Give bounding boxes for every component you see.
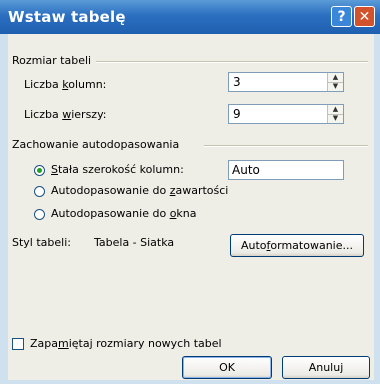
close-button[interactable]: ✕ (354, 6, 375, 27)
columns-value[interactable]: 3 (233, 75, 241, 89)
table-size-group-label: Rozmiar tabeli (12, 54, 92, 67)
cancel-label: Anuluj (308, 361, 344, 374)
rows-spinner[interactable]: 9 ▲ ▼ (228, 104, 344, 124)
table-size-divider (96, 61, 368, 62)
help-icon: ? (337, 8, 346, 25)
autofit-group-label: Zachowanie autodopasowania (12, 138, 180, 151)
remember-sizes-checkbox[interactable] (12, 338, 24, 350)
autoformat-label: Autoformatowanie... (240, 239, 353, 252)
table-style-value: Tabela - Siatka (94, 236, 175, 249)
title-bar[interactable]: Wstaw tabelę ? ✕ (0, 0, 380, 34)
autofit-contents-radio[interactable] (34, 186, 45, 197)
ok-label: OK (219, 361, 235, 374)
spin-down-icon[interactable]: ▼ (328, 82, 343, 91)
cancel-button[interactable]: Anuluj (282, 356, 370, 379)
autofit-window-radio[interactable] (34, 209, 45, 220)
insert-table-dialog: Wstaw tabelę ? ✕ Rozmiar tabeli Liczba k… (0, 0, 380, 384)
table-style-label: Styl tabeli: (12, 236, 71, 249)
fixed-width-value[interactable]: Auto (232, 163, 260, 177)
rows-spinner-arrows: ▲ ▼ (327, 105, 343, 123)
close-icon: ✕ (358, 8, 371, 25)
dialog-body: Rozmiar tabeli Liczba kolumn: 3 ▲ ▼ Licz… (8, 34, 374, 380)
autofit-window-label[interactable]: Autodopasowanie do okna (51, 207, 197, 220)
fixed-width-field[interactable]: Auto (228, 160, 344, 180)
dialog-title: Wstaw tabelę (8, 8, 126, 26)
autofit-contents-label[interactable]: Autodopasowanie do zawartości (51, 184, 228, 197)
help-button[interactable]: ? (331, 6, 352, 27)
spin-down-icon[interactable]: ▼ (328, 114, 343, 123)
autoformat-button[interactable]: Autoformatowanie... (230, 234, 364, 257)
remember-sizes-label[interactable]: Zapamiętaj rozmiary nowych tabel (30, 337, 222, 350)
rows-value[interactable]: 9 (233, 107, 241, 121)
autofit-divider (204, 145, 368, 146)
fixed-width-radio[interactable] (34, 165, 45, 176)
fixed-width-label[interactable]: Stała szerokość kolumn: (51, 163, 184, 176)
columns-spinner[interactable]: 3 ▲ ▼ (228, 72, 344, 92)
columns-label: Liczba kolumn: (24, 78, 107, 91)
rows-label: Liczba wierszy: (24, 108, 107, 121)
ok-button[interactable]: OK (182, 356, 272, 379)
columns-spinner-arrows: ▲ ▼ (327, 73, 343, 91)
